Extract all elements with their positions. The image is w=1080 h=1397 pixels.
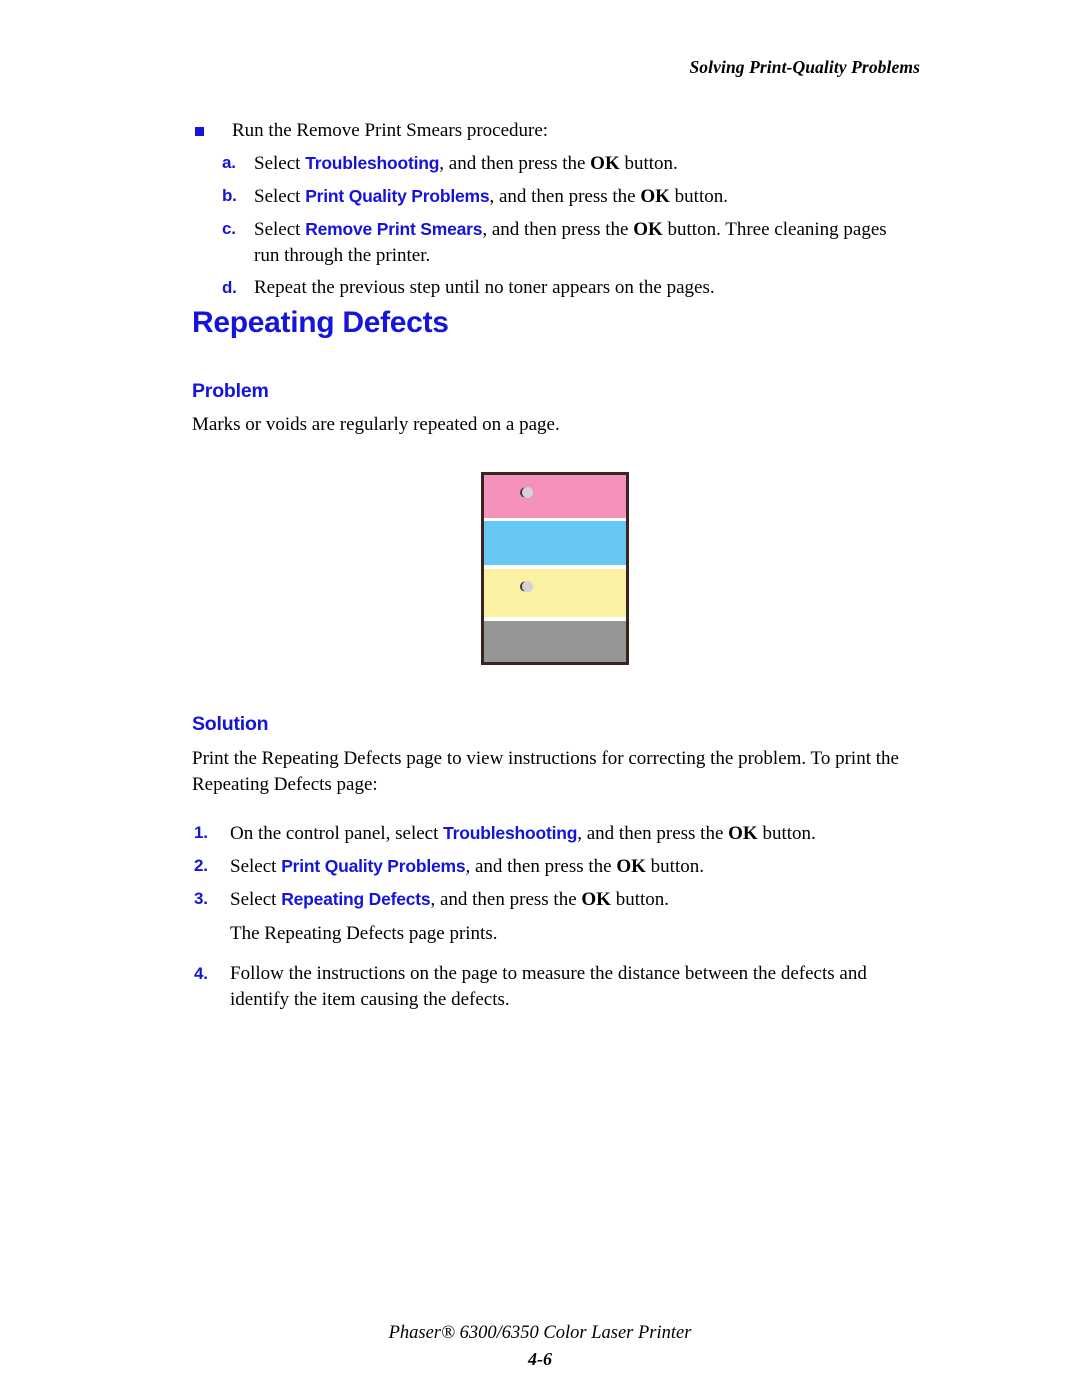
numbered-step-1: 1. On the control panel, select Troubles…	[192, 820, 922, 847]
footer-product-name: Phaser® 6300/6350 Color Laser Printer	[388, 1323, 692, 1343]
step-text-mid: , and then press the	[465, 856, 617, 877]
step-letter-label: d.	[222, 278, 237, 297]
lettered-step-list: a. Select Troubleshooting, and then pres…	[192, 150, 922, 301]
lettered-step-c: c. Select Remove Print Smears, and then …	[192, 216, 922, 269]
problem-description: Marks or voids are regularly repeated on…	[192, 414, 560, 435]
step-text: On the control panel, select Troubleshoo…	[230, 820, 922, 847]
step-text-pre: Select	[254, 153, 306, 174]
step-text-pre: Select	[254, 186, 306, 207]
step-text-post: button.	[757, 823, 816, 844]
ui-term-remove-print-smears: Remove Print Smears	[305, 219, 483, 239]
lettered-step-a: a. Select Troubleshooting, and then pres…	[192, 150, 922, 177]
ui-term-print-quality-problems: Print Quality Problems	[305, 186, 490, 206]
numbered-step-3: 3. Select Repeating Defects, and then pr…	[192, 886, 922, 913]
step-text-pre: Select	[230, 889, 282, 910]
step-text-mid: , and then press the	[430, 889, 582, 910]
solution-block: Print the Repeating Defects page to view…	[192, 746, 922, 1013]
step-text-pre: On the control panel, select	[230, 823, 444, 844]
running-header: Solving Print-Quality Problems	[689, 57, 920, 77]
step-text: Repeat the previous step until no toner …	[254, 277, 715, 298]
step-text-mid: , and then press the	[577, 823, 729, 844]
step-text: Select Remove Print Smears, and then pre…	[254, 216, 922, 243]
ui-term-repeating-defects: Repeating Defects	[281, 889, 431, 909]
step-letter-label: c.	[222, 219, 236, 238]
numbered-step-list: 1. On the control panel, select Troubles…	[192, 820, 922, 1013]
step-text-post: button.	[645, 856, 704, 877]
solution-intro-text: Print the Repeating Defects page to view…	[192, 748, 899, 795]
solution-result-note: The Repeating Defects page prints.	[230, 923, 498, 944]
step-text-post: button. Three cleaning pages	[662, 219, 887, 240]
step-text-pre: Select	[230, 856, 282, 877]
numbered-step-2: 2. Select Print Quality Problems, and th…	[192, 853, 922, 880]
step-letter-label: a.	[222, 153, 236, 172]
ok-key-label: OK	[640, 186, 670, 207]
step-text-mid: , and then press the	[482, 219, 634, 240]
ok-key-label: OK	[590, 153, 620, 174]
step-continuation: run through the printer.	[254, 245, 431, 266]
numbered-step-4: 4. Follow the instructions on the page t…	[192, 961, 922, 1013]
subsection-heading-solution: Solution	[192, 713, 269, 735]
step-text-pre: Select	[254, 219, 306, 240]
step-number-label: 4.	[194, 964, 208, 983]
ok-key-label: OK	[728, 823, 758, 844]
ok-key-label: OK	[633, 219, 663, 240]
step-text: Select Troubleshooting, and then press t…	[254, 150, 922, 177]
step-text-mid: , and then press the	[489, 186, 641, 207]
defect-sample-figure	[481, 472, 629, 665]
step-text-post: button.	[610, 889, 669, 910]
ok-key-label: OK	[616, 856, 646, 877]
footer-page-number: 4-6	[528, 1349, 552, 1369]
gray-band	[484, 621, 626, 662]
step-text: Select Print Quality Problems, and then …	[230, 853, 922, 880]
ui-term-print-quality-problems: Print Quality Problems	[281, 856, 466, 876]
bullet-item-text: Run the Remove Print Smears procedure:	[232, 120, 549, 141]
subsection-heading-problem: Problem	[192, 380, 269, 402]
square-bullet-icon	[195, 127, 204, 136]
step-text-mid: , and then press the	[439, 153, 591, 174]
step-number-label: 1.	[194, 823, 208, 842]
top-procedure-block: Run the Remove Print Smears procedure: a…	[192, 118, 922, 301]
lettered-step-b: b. Select Print Quality Problems, and th…	[192, 183, 922, 210]
lettered-step-d: d. Repeat the previous step until no ton…	[192, 275, 922, 301]
section-title-repeating-defects: Repeating Defects	[192, 306, 449, 339]
defect-spot-icon	[522, 581, 533, 592]
bullet-list-item: Run the Remove Print Smears procedure:	[192, 118, 922, 144]
document-page: Solving Print-Quality Problems Run the R…	[0, 0, 1080, 1397]
step-number-label: 3.	[194, 889, 208, 908]
step-number-label: 2.	[194, 856, 208, 875]
step-letter-label: b.	[222, 186, 237, 205]
yellow-band	[484, 569, 626, 617]
cyan-band	[484, 521, 626, 565]
magenta-band	[484, 475, 626, 518]
step-text: Select Print Quality Problems, and then …	[254, 183, 922, 210]
ui-term-troubleshooting: Troubleshooting	[443, 823, 578, 843]
step-text-post: button.	[669, 186, 728, 207]
page-footer: Phaser® 6300/6350 Color Laser Printer 4-…	[0, 1320, 1080, 1372]
ok-key-label: OK	[581, 889, 611, 910]
step-text: Follow the instructions on the page to m…	[230, 963, 867, 1010]
defect-spot-icon	[522, 487, 533, 498]
step-text: Select Repeating Defects, and then press…	[230, 886, 922, 913]
ui-term-troubleshooting: Troubleshooting	[305, 153, 440, 173]
step-text-post: button.	[619, 153, 678, 174]
